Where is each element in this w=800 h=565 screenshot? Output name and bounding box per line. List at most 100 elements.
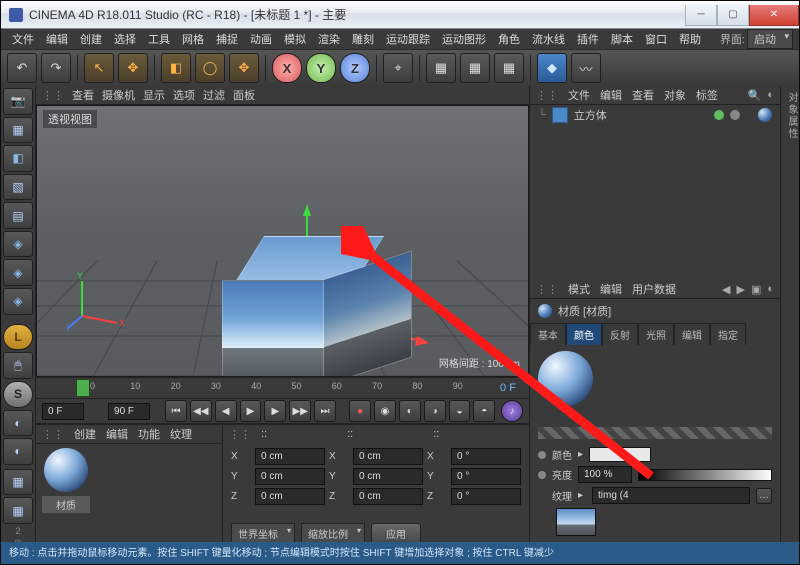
next-frame[interactable]: ▶ — [264, 400, 286, 422]
object-manager[interactable]: └ 立方体 — [530, 105, 780, 280]
tool1[interactable]: ▦ — [3, 117, 33, 144]
layout-dropdown[interactable]: 启动 — [747, 29, 793, 49]
key-opt3[interactable]: ◒ — [449, 400, 471, 422]
obj-objects[interactable]: 对象 — [664, 87, 686, 103]
move-tool[interactable]: ✥ — [118, 53, 148, 83]
coord-system[interactable]: ⌖ — [383, 53, 413, 83]
frame-end[interactable]: 90 F — [108, 403, 150, 420]
attr-userdata[interactable]: 用户数据 — [632, 281, 676, 297]
menu-脚本[interactable]: 脚本 — [606, 29, 638, 49]
menu-捕捉[interactable]: 捕捉 — [211, 29, 243, 49]
next-key[interactable]: ▶▶ — [289, 400, 311, 422]
workplane[interactable]: ▤ — [3, 202, 33, 229]
obj-eye-icon[interactable]: ◐ — [767, 89, 774, 102]
record-key[interactable]: ● — [349, 400, 371, 422]
key-opt1[interactable]: ◐ — [399, 400, 421, 422]
coord-apply[interactable]: 应用 — [371, 523, 421, 544]
pos-y[interactable]: 0 cm — [255, 468, 325, 485]
vp-view[interactable]: 查看 — [72, 87, 94, 103]
tool-bottom2[interactable]: ▦ — [3, 497, 33, 524]
material-preview-sphere[interactable] — [538, 351, 593, 406]
snap-tool[interactable]: S — [3, 381, 33, 408]
add-spline[interactable]: 〰 — [571, 53, 601, 83]
texture-value[interactable]: timg (4 — [592, 487, 750, 504]
tab-edit[interactable]: 编辑 — [674, 323, 710, 345]
timeline-playhead[interactable] — [76, 379, 90, 397]
attr-menu-icon[interactable]: ◐ — [767, 283, 774, 296]
maximize-button[interactable]: ▢ — [717, 5, 749, 26]
vp-panel[interactable]: 面板 — [233, 87, 255, 103]
menu-窗口[interactable]: 窗口 — [640, 29, 672, 49]
tool-extra2[interactable]: ◐ — [3, 438, 33, 465]
menu-运动图形[interactable]: 运动图形 — [437, 29, 491, 49]
z-axis-lock[interactable]: Z — [340, 53, 370, 83]
texture-mode[interactable]: ▧ — [3, 174, 33, 201]
menu-动画[interactable]: 动画 — [245, 29, 277, 49]
coord-scale[interactable]: 缩放比例 — [301, 523, 365, 544]
pos-x[interactable]: 0 cm — [255, 448, 325, 465]
model-mode[interactable]: ◧ — [3, 145, 33, 172]
color-anim-dot[interactable] — [538, 451, 546, 459]
sound-button[interactable]: ♪ — [501, 400, 523, 422]
cube-object[interactable] — [222, 236, 402, 377]
tool-bottom1[interactable]: ▦ — [3, 469, 33, 496]
menu-网格[interactable]: 网格 — [177, 29, 209, 49]
vp-display[interactable]: 显示 — [143, 87, 165, 103]
mat-create[interactable]: 创建 — [74, 426, 96, 442]
texture-browse[interactable]: … — [756, 488, 772, 504]
object-name[interactable]: 立方体 — [574, 107, 607, 123]
right-side-tabs[interactable]: 对象属性 — [780, 86, 799, 546]
menu-工具[interactable]: 工具 — [143, 29, 175, 49]
obj-view[interactable]: 查看 — [632, 87, 654, 103]
color-gradient[interactable] — [538, 427, 772, 439]
color-swatch[interactable] — [589, 447, 651, 462]
poly-mode[interactable]: ◈ — [3, 288, 33, 315]
size-z[interactable]: 0 cm — [353, 488, 423, 505]
autokey[interactable]: ◉ — [374, 400, 396, 422]
pos-z[interactable]: 0 cm — [255, 488, 325, 505]
obj-search-icon[interactable]: 🔍 — [748, 89, 762, 102]
object-row-cube[interactable]: └ 立方体 — [530, 105, 780, 125]
obj-file[interactable]: 文件 — [568, 87, 590, 103]
mouse-tool[interactable]: 🖱 — [3, 352, 33, 379]
attr-edit[interactable]: 编辑 — [600, 281, 622, 297]
camera-tool[interactable]: 📷 — [3, 88, 33, 115]
minimize-button[interactable]: ─ — [685, 5, 717, 26]
key-opt2[interactable]: ◑ — [424, 400, 446, 422]
menu-流水线[interactable]: 流水线 — [527, 29, 570, 49]
material-preview-ball[interactable] — [44, 448, 88, 492]
key-opt4[interactable]: ◓ — [473, 400, 495, 422]
scale-tool[interactable]: ◧ — [161, 53, 191, 83]
attr-next-icon[interactable]: ▶ — [736, 283, 744, 296]
render-view[interactable]: ▦ — [426, 53, 456, 83]
attr-prev-icon[interactable]: ◀ — [722, 283, 730, 296]
rot-y[interactable]: 0 ° — [451, 468, 521, 485]
goto-start[interactable]: ⏮ — [165, 400, 187, 422]
render-settings[interactable]: ▦ — [494, 53, 524, 83]
menu-角色[interactable]: 角色 — [493, 29, 525, 49]
mat-func[interactable]: 功能 — [138, 426, 160, 442]
menu-雕刻[interactable]: 雕刻 — [347, 29, 379, 49]
edge-mode[interactable]: ◈ — [3, 259, 33, 286]
menu-选择[interactable]: 选择 — [109, 29, 141, 49]
x-axis-lock[interactable]: X — [272, 53, 302, 83]
close-button[interactable]: ✕ — [749, 5, 799, 26]
texture-thumbnail[interactable] — [556, 508, 596, 536]
tab-basic[interactable]: 基本 — [530, 323, 566, 345]
obj-tags[interactable]: 标签 — [696, 87, 718, 103]
obj-edit[interactable]: 编辑 — [600, 87, 622, 103]
visibility-render[interactable] — [730, 110, 740, 120]
menu-插件[interactable]: 插件 — [572, 29, 604, 49]
vp-filter[interactable]: 过滤 — [203, 87, 225, 103]
tab-color[interactable]: 颜色 — [566, 323, 602, 345]
last-tool[interactable]: ✥ — [229, 53, 259, 83]
material-manager[interactable]: 材质 — [36, 443, 222, 524]
add-primitive[interactable]: ◆ — [537, 53, 567, 83]
render-region[interactable]: ▦ — [460, 53, 490, 83]
undo-button[interactable]: ↶ — [7, 53, 37, 83]
menu-模拟[interactable]: 模拟 — [279, 29, 311, 49]
timeline[interactable]: 0102030405060708090 0 F — [36, 377, 529, 398]
attr-mode[interactable]: 模式 — [568, 281, 590, 297]
size-x[interactable]: 0 cm — [353, 448, 423, 465]
brightness-slider[interactable] — [638, 469, 772, 481]
